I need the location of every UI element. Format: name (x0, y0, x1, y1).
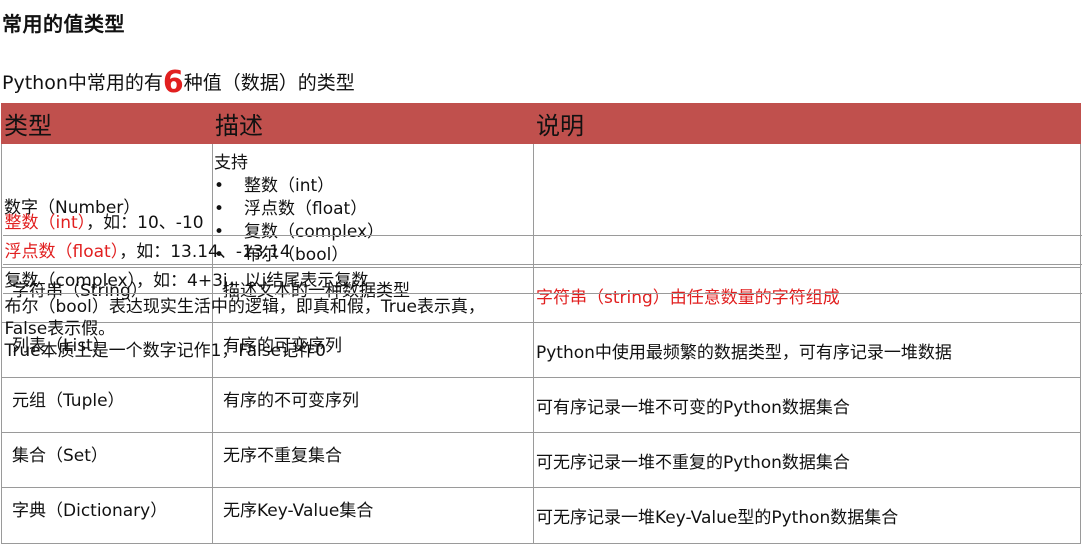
type-cell: 元组（Tuple） (1, 377, 213, 433)
intro-number: 6 (162, 65, 184, 100)
desc-cell: 有序的不可变序列 (212, 377, 534, 433)
type-cell: 字典（Dictionary） (1, 487, 213, 544)
header-notes: 说明 (533, 103, 1081, 144)
notes-subtable: 整数（int），如：10、-10 浮点数（float），如：13.14、-13.… (2, 206, 1082, 368)
table-row: 字典（Dictionary） 无序Key-Value集合 可无序记录一堆Key-… (1, 487, 1081, 544)
table-row: 元组（Tuple） 有序的不可变序列 可有序记录一堆不可变的Python数据集合 (1, 377, 1081, 433)
desc-cell: 无序Key-Value集合 (212, 487, 534, 544)
notes-cell: 整数（int），如：10、-10 浮点数（float），如：13.14、-13.… (2, 143, 1082, 361)
intro-text: Python中常用的有6种值（数据）的类型 (2, 68, 355, 98)
desc-cell: 无序不重复集合 (212, 432, 534, 488)
table-row-number: 数字（Number） 支持 • 整数（int） • 浮点数（float） • 复数（c… (1, 143, 1082, 361)
note-cell: 可无序记录一堆Key-Value型的Python数据集合 (533, 487, 1081, 544)
intro-before: Python中常用的有 (2, 72, 163, 94)
header-description: 描述 (212, 103, 534, 144)
note-cell: 可无序记录一堆不重复的Python数据集合 (533, 432, 1081, 488)
support-label: 支持 (214, 153, 248, 173)
table-header-row: 类型 描述 说明 (1, 103, 1081, 144)
note-line: 复数（complex），如：4+3j，以j结尾表示复数 (2, 264, 1082, 294)
header-type: 类型 (1, 103, 213, 144)
page-title: 常用的值类型 (2, 12, 125, 36)
note-line: 整数（int），如：10、-10 (2, 206, 1082, 236)
type-cell: 集合（Set） (1, 432, 213, 488)
note-cell: 可有序记录一堆不可变的Python数据集合 (533, 377, 1081, 433)
table-row: 集合（Set） 无序不重复集合 可无序记录一堆不重复的Python数据集合 (1, 432, 1081, 488)
bullet-icon: • (214, 176, 225, 196)
bullet-item: • 整数（int） (214, 176, 335, 196)
intro-after: 种值（数据）的类型 (183, 72, 355, 94)
note-line: 布尔（bool）表达现实生活中的逻辑，即真和假，True表示真， False表示… (4, 296, 485, 361)
value-types-table: 类型 描述 说明 数字（Number） 支持 • 整数（int） • 浮点数（flo… (1, 103, 1082, 544)
note-line: 浮点数（float），如：13.14、-13.14 (2, 235, 1082, 265)
